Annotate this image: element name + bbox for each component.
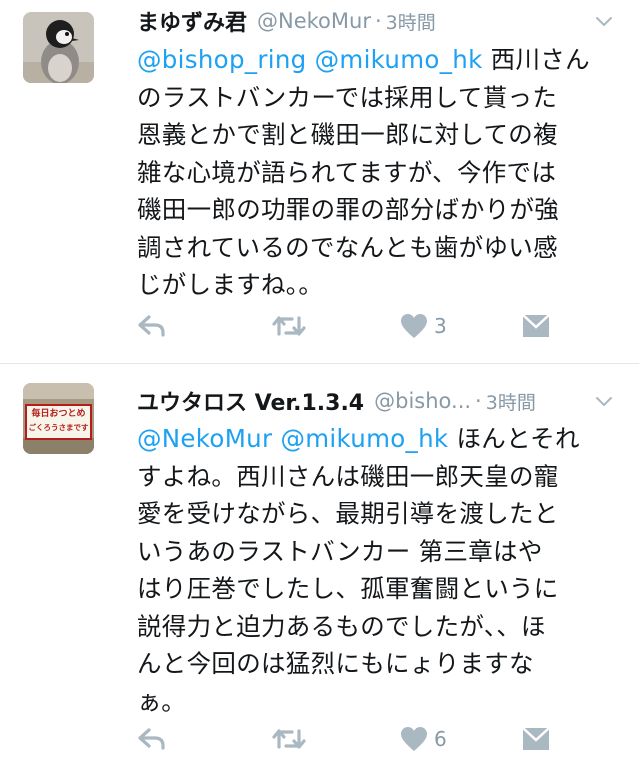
reply-button[interactable] bbox=[137, 311, 167, 341]
retweet-icon bbox=[272, 729, 306, 749]
display-name[interactable]: まゆずみ君 bbox=[137, 5, 247, 37]
tweet-line: 恩義とかで割と磯田一郎に対しての複 bbox=[137, 120, 558, 149]
heart-icon bbox=[401, 314, 427, 338]
tweet-actions: 6 bbox=[137, 724, 617, 754]
reply-button[interactable] bbox=[137, 724, 167, 754]
mention-link[interactable]: @bishop_ring bbox=[137, 45, 307, 74]
chevron-down-icon[interactable] bbox=[595, 392, 613, 410]
tweet-line: 愛を受けながら、最期引導を渡したと bbox=[137, 499, 559, 528]
tweet-text: @NekoMur @mikumo_hk ほんとそれ すよね。西川さんは磯田一郎天… bbox=[137, 420, 627, 720]
like-button[interactable]: 3 bbox=[400, 311, 447, 341]
tweet-1[interactable]: まゆずみ君 @NekoMur · 3時間 @bishop_ring @mikum… bbox=[0, 0, 639, 364]
user-handle[interactable]: @bisho... bbox=[374, 389, 471, 413]
tweet-line-text: 西川さん bbox=[482, 45, 590, 74]
retweet-button[interactable] bbox=[272, 724, 306, 754]
tweet-line: 説得力と迫力あるものでしたが、、ほ bbox=[137, 611, 546, 641]
tweet-line: ぁ。 bbox=[137, 686, 187, 716]
tweet-2[interactable]: 毎日おつとめ ごくろうさまです ユウタロス Ver.1.3.4 @bisho..… bbox=[0, 364, 639, 757]
like-button[interactable]: 6 bbox=[400, 724, 447, 754]
direct-message-button[interactable] bbox=[522, 724, 550, 754]
sign-line: 毎日おつとめ bbox=[31, 409, 86, 419]
tweet-line: のラストバンカーでは採用して貰った bbox=[137, 82, 558, 112]
tweet-line: じがしますね。。 bbox=[137, 270, 324, 299]
timestamp[interactable]: 3時間 bbox=[386, 8, 436, 35]
tweet-line: んと今回のは猛烈にもにょりますな bbox=[137, 649, 534, 678]
tweet-header: まゆずみ君 @NekoMur · 3時間 bbox=[137, 4, 619, 38]
avatar-penguin[interactable] bbox=[23, 12, 94, 83]
tweet-text: @bishop_ring @mikumo_hk 西川さん のラストバンカーでは採… bbox=[137, 41, 627, 304]
tweet-line: 調されているのでなんとも歯がゆい感 bbox=[137, 232, 558, 262]
tweet-header: ユウタロス Ver.1.3.4 @bisho... · 3時間 bbox=[137, 384, 619, 418]
direct-message-button[interactable] bbox=[522, 311, 550, 341]
tweet-actions: 3 bbox=[137, 311, 617, 341]
like-count: 6 bbox=[434, 727, 447, 751]
avatar-sign-text: 毎日おつとめ ごくろうさまです bbox=[28, 407, 89, 437]
reply-icon bbox=[138, 728, 165, 750]
user-handle[interactable]: @NekoMur bbox=[257, 9, 371, 33]
timestamp[interactable]: 3時間 bbox=[486, 388, 536, 415]
mention-link[interactable]: @NekoMur bbox=[137, 424, 272, 453]
tweet-line: いうあのラストバンカー 第三章はや bbox=[137, 536, 543, 566]
mention-link[interactable]: @mikumo_hk bbox=[280, 424, 448, 453]
penguin-chick-image bbox=[23, 12, 94, 83]
reply-icon bbox=[138, 315, 165, 337]
tweet-line: すよね。西川さんは磯田一郎天皇の寵 bbox=[137, 461, 559, 491]
tweet-line: @NekoMur @mikumo_hk ほんとそれ bbox=[137, 420, 627, 458]
tweet-line: 雑な心境が語られてますが、今作では bbox=[137, 157, 557, 187]
direct-message-icon bbox=[522, 314, 550, 337]
avatar-sign[interactable]: 毎日おつとめ ごくろうさまです bbox=[23, 383, 94, 454]
direct-message-icon bbox=[522, 727, 550, 750]
tweet-line: はり圧巻でしたし、孤軍奮闘というに bbox=[137, 574, 559, 603]
tweet-line-text: ほんとそれ bbox=[448, 424, 580, 453]
sign-line: ごくろうさまです bbox=[28, 423, 89, 432]
retweet-icon bbox=[272, 316, 306, 336]
chevron-down-icon[interactable] bbox=[595, 12, 613, 30]
display-name[interactable]: ユウタロス Ver.1.3.4 bbox=[137, 385, 364, 417]
retweet-button[interactable] bbox=[272, 311, 306, 341]
tweet-line: 磯田一郎の功罪の罪の部分ばかりが強 bbox=[137, 195, 560, 224]
tweet-line: @bishop_ring @mikumo_hk 西川さん bbox=[137, 41, 627, 79]
like-count: 3 bbox=[434, 314, 447, 338]
heart-icon bbox=[401, 727, 427, 751]
mention-link[interactable]: @mikumo_hk bbox=[315, 45, 483, 74]
separator-dot: · bbox=[374, 9, 382, 33]
separator-dot: · bbox=[475, 389, 482, 413]
